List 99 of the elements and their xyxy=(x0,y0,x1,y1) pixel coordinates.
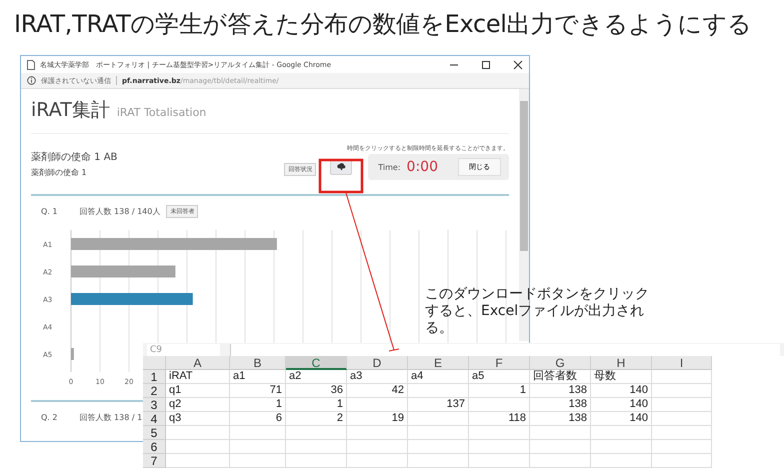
table-cell xyxy=(408,412,469,426)
table-cell xyxy=(652,398,712,412)
session-subtitle: 薬剤師の使命 1 xyxy=(31,167,88,178)
timer-value[interactable]: 0:00 xyxy=(406,159,438,175)
question-number: Q. 2 xyxy=(41,412,58,422)
table-cell: 回答者数 xyxy=(530,370,591,384)
scrollbar[interactable] xyxy=(519,89,529,341)
table-cell xyxy=(286,454,347,468)
table-cell: q1 xyxy=(166,384,230,398)
row-header[interactable]: 1 xyxy=(143,370,166,384)
table-cell xyxy=(408,440,469,454)
table-cell xyxy=(652,412,712,426)
column-header[interactable]: F xyxy=(469,356,530,370)
table-cell xyxy=(347,426,408,440)
row-header[interactable]: 6 xyxy=(143,440,166,454)
table-cell xyxy=(530,426,591,440)
table-cell xyxy=(530,440,591,454)
session-title: 薬剤師の使命 1 AB xyxy=(31,150,118,164)
formula-field[interactable] xyxy=(230,344,780,356)
table-cell: 1 xyxy=(286,398,347,412)
table-cell xyxy=(408,426,469,440)
close-icon[interactable] xyxy=(513,60,523,70)
timer-label: Time: xyxy=(378,162,401,172)
column-header[interactable]: B xyxy=(230,356,286,370)
slide-title: IRAT,TRATの学生が答えた分布の数値をExcel出力できるようにする xyxy=(14,9,752,40)
table-cell xyxy=(347,454,408,468)
row-header[interactable]: 5 xyxy=(143,426,166,440)
table-cell: 140 xyxy=(591,412,652,426)
table-cell xyxy=(286,440,347,454)
table-cell xyxy=(591,440,652,454)
row-header[interactable]: 2 xyxy=(143,384,166,398)
table-cell xyxy=(469,454,530,468)
table-cell: 138 xyxy=(530,384,591,398)
table-cell: 母数 xyxy=(591,370,652,384)
table-cell xyxy=(408,454,469,468)
table-cell xyxy=(286,426,347,440)
table-cell: 140 xyxy=(591,384,652,398)
table-cell xyxy=(652,440,712,454)
table-cell xyxy=(652,426,712,440)
callout-text: このダウンロードボタンをクリック すると、Excelファイルが出力され る。 xyxy=(425,286,649,337)
table-cell: 140 xyxy=(591,398,652,412)
column-header[interactable]: H xyxy=(591,356,652,370)
table-cell: 36 xyxy=(286,384,347,398)
table-cell xyxy=(347,440,408,454)
table-cell: a4 xyxy=(408,370,469,384)
table-cell xyxy=(652,454,712,468)
highlight-frame xyxy=(318,158,364,194)
table-cell xyxy=(652,370,712,384)
table-cell: 42 xyxy=(347,384,408,398)
page-icon xyxy=(27,60,35,70)
table-cell: q2 xyxy=(166,398,230,412)
table-cell xyxy=(652,384,712,398)
column-header[interactable]: A xyxy=(166,356,230,370)
table-cell xyxy=(408,384,469,398)
answer-count: 回答人数 138 / 1 xyxy=(79,412,142,422)
table-cell: 2 xyxy=(286,412,347,426)
column-header[interactable]: C xyxy=(286,356,347,370)
table-cell: 1 xyxy=(230,398,286,412)
table-cell: a3 xyxy=(347,370,408,384)
table-cell xyxy=(530,454,591,468)
table-cell xyxy=(166,426,230,440)
table-cell xyxy=(591,426,652,440)
table-cell: 138 xyxy=(530,412,591,426)
cloud-download-icon xyxy=(336,163,346,171)
row-header[interactable]: 4 xyxy=(143,412,166,426)
row-header[interactable]: 7 xyxy=(143,454,166,468)
question-number: Q. 1 xyxy=(41,206,58,216)
table-cell xyxy=(469,398,530,412)
table-cell xyxy=(347,398,408,412)
table-cell: q3 xyxy=(166,412,230,426)
column-header[interactable]: I xyxy=(652,356,712,370)
table-cell xyxy=(591,454,652,468)
table-cell: 19 xyxy=(347,412,408,426)
table-cell: a2 xyxy=(286,370,347,384)
table-cell: a5 xyxy=(469,370,530,384)
table-cell: 138 xyxy=(530,398,591,412)
table-cell xyxy=(166,440,230,454)
table-cell xyxy=(469,440,530,454)
page-subheading: iRAT Totalisation xyxy=(116,106,206,119)
page-heading: iRAT集計 xyxy=(31,98,110,123)
column-header[interactable]: G xyxy=(530,356,591,370)
row-header[interactable]: 3 xyxy=(143,398,166,412)
table-cell xyxy=(166,454,230,468)
table-cell xyxy=(230,440,286,454)
table-cell: 118 xyxy=(469,412,530,426)
answer-count: 回答人数 138 / 140人 xyxy=(79,206,160,216)
table-cell: 71 xyxy=(230,384,286,398)
table-cell xyxy=(469,426,530,440)
table-cell: 6 xyxy=(230,412,286,426)
column-header[interactable]: D xyxy=(347,356,408,370)
maximize-icon[interactable] xyxy=(481,60,491,70)
table-cell: 1 xyxy=(469,384,530,398)
column-header[interactable]: E xyxy=(408,356,469,370)
info-icon[interactable] xyxy=(27,76,36,85)
table-cell: iRAT xyxy=(166,370,230,384)
table-cell xyxy=(230,426,286,440)
table-cell xyxy=(230,454,286,468)
table-cell: a1 xyxy=(230,370,286,384)
table-cell: 137 xyxy=(408,398,469,412)
